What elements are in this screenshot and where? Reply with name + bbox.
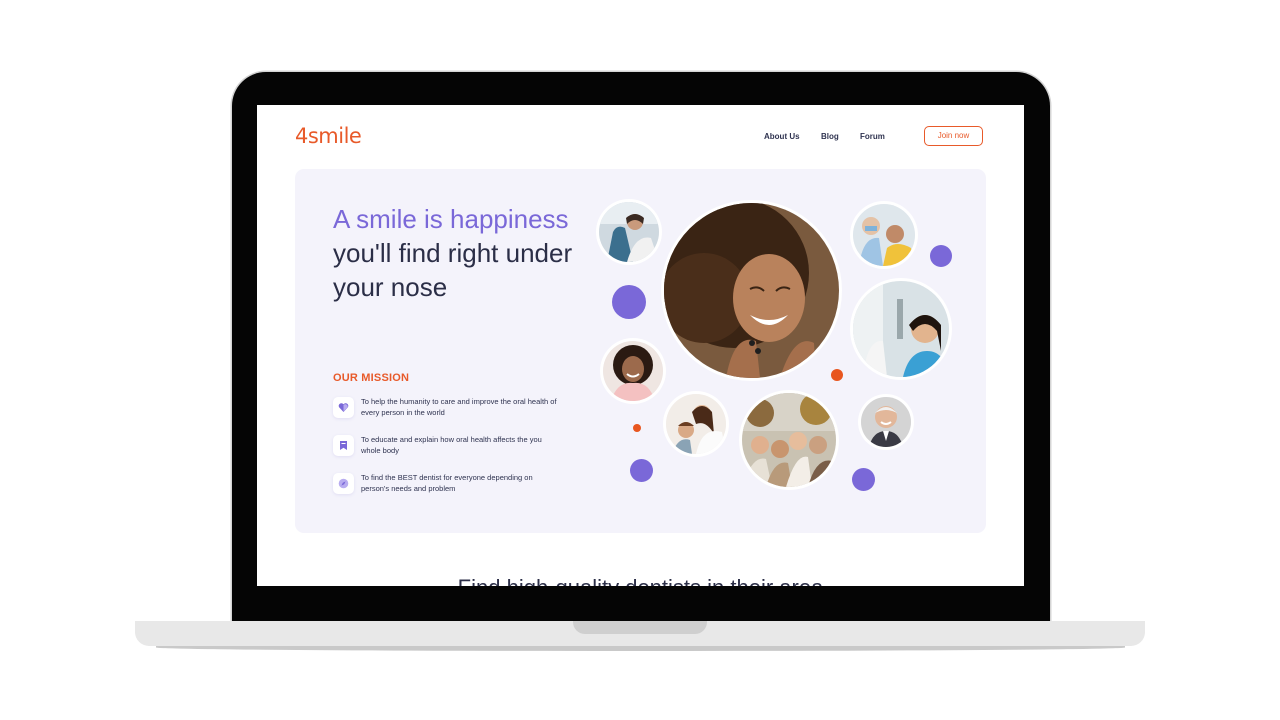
mission-item: To find the BEST dentist for everyone de… xyxy=(333,472,563,498)
mission-text: To find the BEST dentist for everyone de… xyxy=(361,473,533,493)
nav-blog[interactable]: Blog xyxy=(821,132,839,141)
join-now-button[interactable]: Join now xyxy=(924,126,983,146)
hero-headline: A smile is happiness you'll find right u… xyxy=(333,202,573,304)
elderly-man-smiling-photo xyxy=(861,397,911,447)
smiling-girl-photo xyxy=(603,341,663,401)
mission-text: To help the humanity to care and improve… xyxy=(361,397,557,417)
decorative-dot xyxy=(852,468,875,491)
mission-item: To help the humanity to care and improve… xyxy=(333,396,563,422)
man-at-dentist-photo xyxy=(853,204,915,266)
next-section-heading: Find high-quality dentists in their area xyxy=(257,575,1024,586)
nav-about-us[interactable]: About Us xyxy=(764,132,800,141)
decorative-dot xyxy=(612,285,646,319)
group-of-friends-photo xyxy=(742,393,836,487)
hero-section: A smile is happiness you'll find right u… xyxy=(295,169,986,533)
headline-accent: A smile is happiness xyxy=(333,204,569,234)
website-screen: 4smile About Us Blog Forum Join now A sm… xyxy=(257,105,1024,586)
heart-icon xyxy=(333,397,354,418)
laptop-notch xyxy=(573,621,707,634)
brand-logo[interactable]: 4smile xyxy=(295,124,362,148)
decorative-dot xyxy=(633,424,641,432)
decorative-dot xyxy=(930,245,952,267)
decorative-dot xyxy=(630,459,653,482)
mission-item: To educate and explain how oral health a… xyxy=(333,434,563,460)
decorative-dot xyxy=(831,369,843,381)
smiling-woman-curly-hair-photo xyxy=(664,203,839,378)
mission-title: OUR MISSION xyxy=(333,372,410,384)
woman-in-dental-chair-photo xyxy=(599,202,659,262)
bookmark-icon xyxy=(333,435,354,456)
mission-text: To educate and explain how oral health a… xyxy=(361,435,542,455)
headline-rest: you'll find right under your nose xyxy=(333,238,573,302)
woman-with-dentist-photo xyxy=(853,281,949,377)
compass-icon xyxy=(333,473,354,494)
nav-forum[interactable]: Forum xyxy=(860,132,885,141)
mother-and-child-photo xyxy=(666,394,726,454)
